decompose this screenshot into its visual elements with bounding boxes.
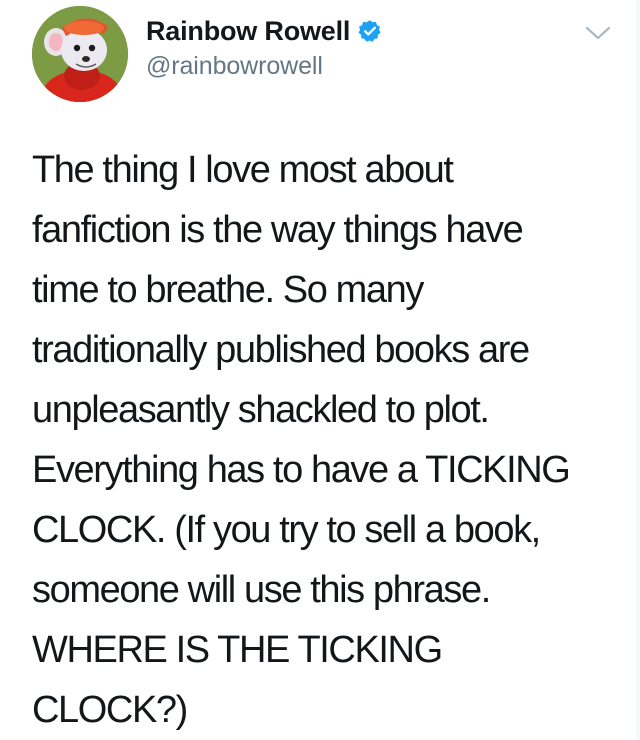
tweet-text-line: fanfiction is the way things have bbox=[32, 209, 524, 251]
tweet-text-line: WHERE IS THE TICKING bbox=[32, 629, 443, 671]
tweet-text-line: someone will use this phrase. bbox=[32, 569, 491, 611]
display-name[interactable]: Rainbow Rowell bbox=[146, 16, 350, 47]
tweet-text-line: Everything has to have a TICKING bbox=[32, 449, 571, 491]
author-header: Rainbow Rowell @rainbowrowell bbox=[146, 12, 382, 81]
tweet-text-line: unpleasantly shackled to plot. bbox=[32, 389, 490, 431]
chevron-down-icon bbox=[585, 26, 611, 40]
avatar[interactable] bbox=[32, 6, 128, 102]
verified-badge-icon bbox=[358, 19, 382, 43]
tweet-text-line: CLOCK. (If you try to sell a book, bbox=[32, 509, 541, 551]
tweet: Rainbow Rowell @rainbowrowell The thing … bbox=[0, 0, 640, 740]
scrollbar-track[interactable] bbox=[636, 0, 640, 740]
tweet-text-line: The thing I love most about bbox=[32, 149, 454, 191]
tweet-menu-button[interactable] bbox=[584, 22, 612, 44]
name-row: Rainbow Rowell bbox=[146, 12, 382, 50]
tweet-text: The thing I love most about fanfiction i… bbox=[32, 140, 624, 740]
tweet-text-line: time to breathe. So many bbox=[32, 269, 424, 311]
tweet-text-line: traditionally published books are bbox=[32, 329, 530, 371]
cartoon-mouse-avatar-icon bbox=[32, 6, 128, 102]
user-handle[interactable]: @rainbowrowell bbox=[146, 52, 382, 81]
tweet-text-line: CLOCK?) bbox=[32, 689, 188, 731]
